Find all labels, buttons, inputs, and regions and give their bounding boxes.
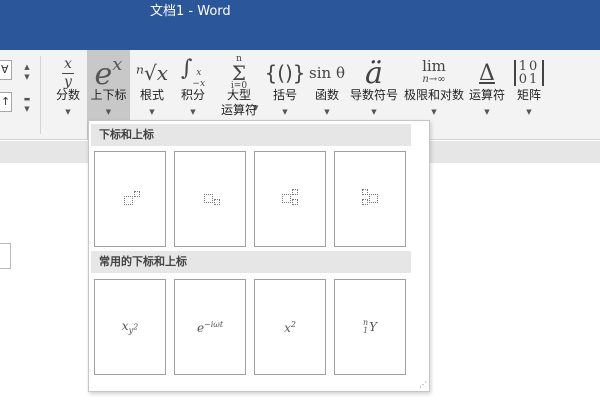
formula-sup: 2 — [133, 322, 139, 332]
operator-label: 运算符 — [468, 88, 505, 102]
subscript-placeholder-icon — [190, 186, 230, 212]
function-icon: sin θ — [306, 54, 348, 92]
chevron-down-icon: ▼ — [149, 108, 155, 116]
common-formula-x-sub-y-squared[interactable]: xy2 — [94, 279, 166, 375]
chevron-down-icon: ▼ — [253, 104, 259, 112]
common-formula-x-squared[interactable]: x2 — [254, 279, 326, 375]
common-formula-e-power[interactable]: e−iωt — [174, 279, 246, 375]
fraction-button[interactable]: x y 分数 ▼ — [50, 50, 86, 140]
left-sub-superscript-template[interactable] — [334, 151, 406, 247]
bracket-icon-text: {()} — [264, 61, 306, 85]
matrix-icon: 10 01 — [508, 54, 550, 92]
formula-base: x — [284, 320, 291, 335]
script-dropdown-panel: 下标和上标 常用的下标和上标 xy2 e−iωt x2 n 1 Y ⋰ — [88, 120, 430, 392]
symbol-gallery-fragment-1[interactable]: ∀ — [0, 60, 12, 80]
integral-icon-symbol: ∫ — [180, 56, 193, 81]
section-header-scripts: 下标和上标 — [91, 124, 411, 146]
left-sub-superscript-placeholder-icon — [350, 186, 390, 212]
chevron-down-icon: ▼ — [484, 108, 490, 116]
radical-icon-text: ⁿ√x — [135, 61, 169, 85]
document-edge-fragment — [0, 243, 11, 269]
matrix-label: 矩阵 — [516, 88, 541, 102]
integral-label: 积分 — [180, 88, 205, 102]
title-bar: 文档1 - Word — [0, 0, 600, 50]
section-header-common-scripts: 常用的下标和上标 — [91, 251, 411, 273]
function-icon-text: sin θ — [309, 64, 345, 82]
sub-superscript-placeholder-icon — [270, 186, 310, 212]
matrix-icon-row-2: 01 — [518, 72, 540, 87]
operator-icon: Δ — [467, 54, 507, 92]
function-label: 函数 — [314, 88, 339, 102]
chevron-down-icon: ▼ — [65, 108, 71, 116]
chevron-down-icon: ▼ — [431, 108, 437, 116]
superscript-placeholder-icon — [110, 186, 150, 212]
ribbon-separator — [40, 56, 41, 134]
subscript-template[interactable] — [174, 151, 246, 247]
formula-x-squared: x2 — [284, 320, 296, 335]
chevron-down-icon: ▼ — [324, 108, 330, 116]
script-label: 上下标 — [90, 88, 127, 102]
sub-superscript-template[interactable] — [254, 151, 326, 247]
fraction-icon: x y — [50, 54, 86, 92]
radical-icon: ⁿ√x — [132, 54, 172, 92]
radical-label: 根式 — [139, 88, 164, 102]
sum-icon-sigma: Σ — [231, 61, 247, 85]
chevron-down-icon: ▼ — [282, 108, 288, 116]
superscript-template[interactable] — [94, 151, 166, 247]
symbol-gallery-fragment-2[interactable]: ↑ — [0, 92, 12, 112]
chevron-down-icon: ▼ — [371, 108, 377, 116]
window-title: 文档1 - Word — [150, 4, 231, 19]
sum-icon: n Σ i=0 — [213, 54, 265, 92]
formula-sup: 2 — [290, 319, 296, 329]
formula-base: x — [121, 318, 129, 333]
bracket-label: 括号 — [272, 88, 297, 102]
large-operator-label: 大型 运算符 — [220, 88, 257, 117]
limit-icon-bottom: n→∞ — [422, 74, 446, 85]
script-icon: ex — [87, 54, 130, 92]
fraction-icon-denominator: y — [64, 73, 72, 90]
fraction-label: 分数 — [55, 88, 80, 102]
formula-e-power: e−iωt — [197, 320, 223, 335]
common-formula-prescript-y[interactable]: n 1 Y — [334, 279, 406, 375]
fraction-icon-numerator: x — [64, 55, 72, 72]
formula-x-sub-y-squared: xy2 — [122, 319, 138, 335]
formula-pre-sub: 1 — [362, 326, 369, 335]
formula-sup: −iωt — [204, 319, 224, 329]
limit-icon: lim n→∞ — [402, 54, 466, 92]
formula-prescript-y: n 1 Y — [363, 319, 377, 335]
limit-icon-top: lim — [422, 57, 446, 75]
formula-base: e — [196, 320, 205, 335]
integral-icon: ∫ x −x — [173, 54, 213, 92]
chevron-down-icon: ▼ — [105, 108, 112, 116]
chevron-down-icon: ▼ — [190, 108, 196, 116]
matrix-button[interactable]: 10 01 矩阵 ▼ — [508, 50, 550, 140]
operator-button[interactable]: Δ 运算符 ▼ — [467, 50, 507, 140]
accent-label: 导数符号 — [349, 88, 398, 102]
accent-icon: ä — [347, 54, 401, 92]
gallery-scroll-up-icon[interactable]: ▲ ▼ — [21, 62, 33, 82]
formula-base: Y — [369, 320, 378, 334]
gallery-more-icon[interactable]: ▬ ▼ — [21, 94, 33, 114]
chevron-down-icon: ▼ — [526, 108, 532, 116]
accent-icon-text: ä — [365, 55, 383, 91]
integral-icon-upper: x — [196, 68, 202, 78]
resize-grip-icon[interactable]: ⋰ — [419, 380, 427, 389]
limit-log-label: 极限和对数 — [403, 88, 464, 102]
script-icon-base: e — [94, 57, 113, 92]
operator-icon-text: Δ — [479, 60, 495, 86]
script-icon-sup: x — [112, 54, 123, 75]
bracket-icon: {()} — [264, 54, 306, 92]
